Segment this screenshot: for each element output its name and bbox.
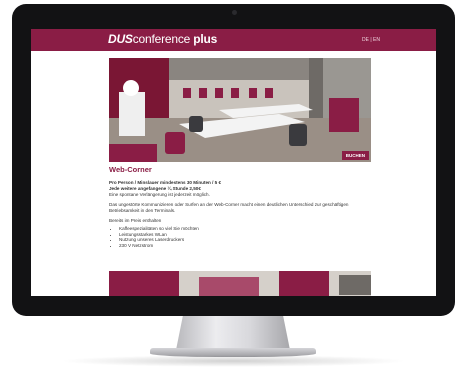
book-button[interactable]: BUCHEN	[341, 151, 369, 160]
monitor-bezel: DUSconference plus DE | EN BUCHEN Web-Co…	[12, 4, 455, 316]
stand-shadow	[60, 355, 407, 367]
monitor-stand-neck	[176, 316, 290, 350]
lounge-photo	[109, 58, 371, 162]
section-title: Web-Corner	[109, 165, 152, 174]
lounge-photo-2	[109, 271, 371, 296]
included-heading: Bereits im Preis enthalten	[109, 218, 162, 223]
content-section: Web-Corner Pro Person / Minslauer mindes…	[109, 165, 371, 248]
logo-dus: DUS	[108, 32, 133, 46]
included-list: Kaffeespezialitäten so viel Sie möchten …	[109, 226, 371, 248]
list-item: 230 V Netzstrom	[119, 243, 371, 249]
logo-plus: plus	[190, 32, 218, 46]
hero-photo: BUCHEN	[109, 58, 371, 162]
second-photo	[109, 271, 371, 296]
language-switch[interactable]: DE | EN	[362, 37, 380, 43]
logo-conference: conference	[132, 32, 191, 46]
site-header: DUSconference plus DE | EN	[31, 29, 436, 51]
camera-icon	[231, 10, 237, 15]
monitor-screen: DUSconference plus DE | EN BUCHEN Web-Co…	[31, 29, 436, 296]
description: Das ungestörte Kommunizieren oder Surfen…	[109, 202, 349, 213]
site-logo[interactable]: DUSconference plus	[108, 32, 217, 46]
